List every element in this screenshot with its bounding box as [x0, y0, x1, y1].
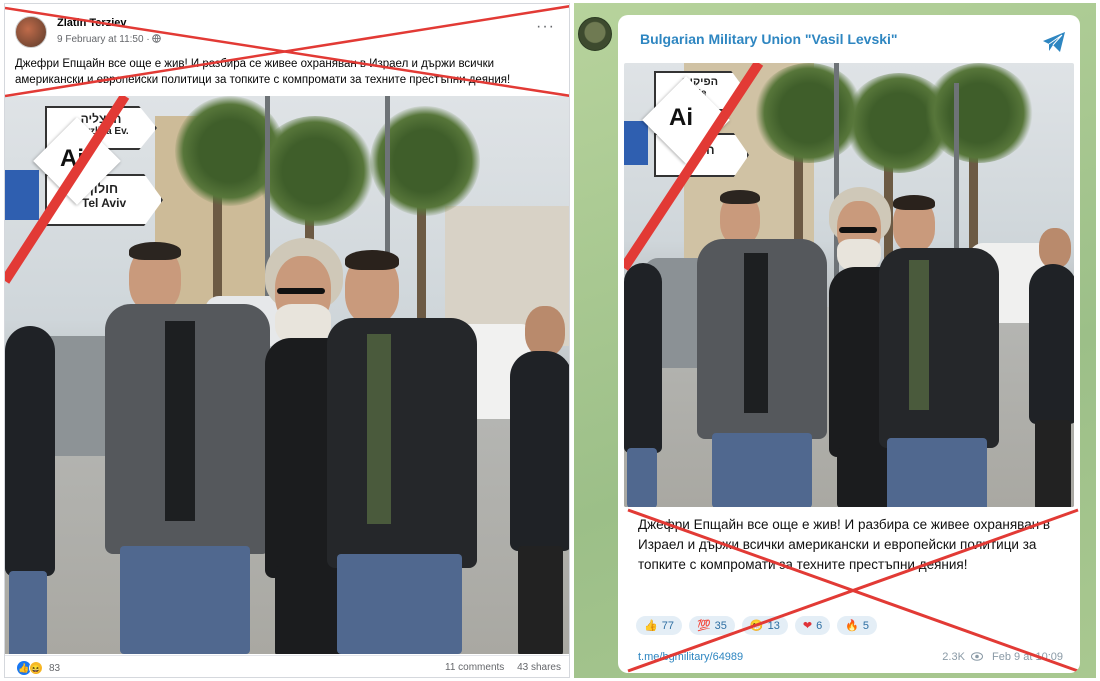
post-timestamp[interactable]: 9 February at 11:50 ·	[57, 34, 162, 45]
heart-icon: ❤	[802, 620, 813, 632]
fire-icon: 🔥	[845, 620, 859, 632]
reaction-summary[interactable]: 👍 😆 83	[17, 661, 60, 675]
reaction-count: 13	[767, 619, 780, 632]
timestamp-text[interactable]: 9 February at 11:50	[57, 34, 144, 45]
reaction-count: 6	[816, 619, 823, 632]
message-date: Feb 9 at 10:09	[992, 651, 1063, 663]
hundred-icon: 💯	[696, 620, 711, 632]
reaction-count: 77	[661, 619, 674, 632]
post-stats: 11 comments 43 shares	[435, 662, 561, 673]
street-scene: הפיקים He חולון	[624, 63, 1074, 507]
telegram-send-icon[interactable]	[1042, 31, 1066, 53]
ai-label-text: Ai	[60, 145, 84, 172]
reaction-count: 83	[49, 662, 61, 674]
thumbs-up-icon: 👍	[644, 620, 658, 632]
facebook-post-header: Zlatin Terziev 9 February at 11:50 · ···	[5, 4, 569, 56]
reaction-thumbs-up[interactable]: 👍 77	[636, 616, 682, 635]
ai-label-text: Ai	[669, 104, 693, 131]
reaction-grin[interactable]: 😁 13	[741, 616, 788, 635]
eye-icon	[968, 651, 992, 663]
reaction-count: 35	[714, 619, 727, 632]
reaction-bar: 👍 77 💯 35 😁 13 ❤ 6 🔥 5	[636, 616, 878, 635]
author-name[interactable]: Zlatin Terziev	[57, 17, 126, 29]
facebook-post: Zlatin Terziev 9 February at 11:50 · ···…	[4, 3, 570, 678]
reaction-heart[interactable]: ❤ 6	[794, 616, 831, 635]
post-link[interactable]: t.me/bgmilitary/64989	[638, 651, 743, 663]
shares-link[interactable]: 43 shares	[517, 662, 561, 673]
author-avatar[interactable]	[15, 16, 47, 48]
message-bubble: Bulgarian Military Union "Vasil Levski"	[618, 15, 1080, 673]
reaction-hundred[interactable]: 💯 35	[688, 616, 735, 635]
haha-icon: 😆	[29, 661, 43, 675]
message-meta: 2.3K Feb 9 at 10:09	[942, 651, 1063, 663]
post-footer: 👍 😆 83 11 comments 43 shares	[5, 655, 569, 677]
telegram-post: Bulgarian Military Union "Vasil Levski"	[574, 3, 1096, 678]
message-text: Джефри Епщайн все още е жив! И разбира с…	[638, 517, 1051, 572]
reaction-fire[interactable]: 🔥 5	[837, 616, 878, 635]
sign-text-hebrew: הפיקים	[681, 76, 719, 88]
street-scene: הרצליה Herzliya Ev. חולון Tel Aviv Ai	[5, 96, 569, 654]
globe-icon: ·	[146, 34, 162, 45]
more-dots-icon[interactable]: ···	[536, 18, 555, 36]
channel-name[interactable]: Bulgarian Military Union "Vasil Levski"	[640, 31, 898, 47]
grin-icon: 😁	[749, 620, 764, 632]
post-text: Джефри Епщайн все още е жив! И разбира с…	[15, 58, 511, 86]
comparison-screenshot: Zlatin Terziev 9 February at 11:50 · ···…	[0, 0, 1100, 681]
reaction-count: 5	[862, 619, 870, 632]
message-photo[interactable]: הפיקים He חולון	[624, 63, 1074, 507]
comments-link[interactable]: 11 comments	[445, 662, 504, 673]
view-count: 2.3K	[942, 651, 965, 663]
sign-text-english: Tel Aviv	[81, 196, 127, 210]
sign-text-hebrew: הרצליה	[80, 112, 122, 126]
post-photo[interactable]: הרצליה Herzliya Ev. חולון Tel Aviv Ai	[5, 96, 569, 654]
channel-avatar[interactable]	[578, 17, 612, 51]
